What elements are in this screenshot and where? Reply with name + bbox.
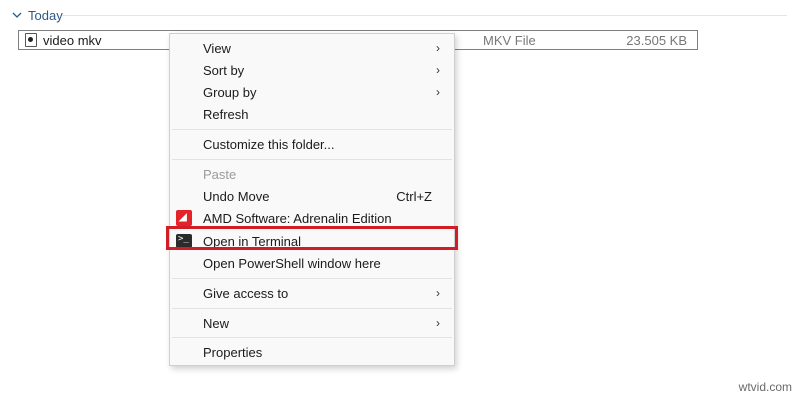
menu-item-label: New xyxy=(203,316,230,331)
chevron-right-icon: › xyxy=(436,85,440,99)
menu-item-label: Sort by xyxy=(203,63,245,78)
menu-item-refresh[interactable]: Refresh xyxy=(170,103,454,125)
menu-item-label: Customize this folder... xyxy=(203,137,335,152)
menu-separator xyxy=(172,308,452,309)
chevron-right-icon: › xyxy=(436,286,440,300)
menu-item-sort-by[interactable]: Sort by › xyxy=(170,59,454,81)
chevron-right-icon: › xyxy=(436,63,440,77)
group-header-label: Today xyxy=(28,7,63,23)
menu-item-label: Paste xyxy=(203,167,237,182)
video-file-icon xyxy=(25,33,37,47)
chevron-down-icon xyxy=(12,12,22,18)
menu-item-label: AMD Software: Adrenalin Edition xyxy=(203,211,392,226)
amd-icon: ◢ xyxy=(176,210,192,226)
group-divider xyxy=(62,15,787,16)
menu-item-give-access[interactable]: Give access to › xyxy=(170,282,454,304)
menu-item-label: Properties xyxy=(203,345,263,360)
file-size: 23.505 KB xyxy=(626,33,687,48)
menu-separator xyxy=(172,159,452,160)
menu-item-label: Give access to xyxy=(203,286,289,301)
menu-item-group-by[interactable]: Group by › xyxy=(170,81,454,103)
menu-item-open-powershell[interactable]: Open PowerShell window here xyxy=(170,252,454,274)
amd-icon-glyph: ◢ xyxy=(179,212,187,223)
menu-separator xyxy=(172,278,452,279)
menu-item-new[interactable]: New › xyxy=(170,312,454,334)
menu-item-undo-move[interactable]: Undo Move Ctrl+Z xyxy=(170,185,454,207)
group-header-today[interactable]: Today xyxy=(10,6,63,24)
menu-item-paste: Paste xyxy=(170,163,454,185)
menu-separator xyxy=(172,129,452,130)
menu-item-label: View xyxy=(203,41,231,56)
menu-item-customize-folder[interactable]: Customize this folder... xyxy=(170,133,454,155)
file-type: MKV File xyxy=(483,33,536,48)
watermark: wtvid.com xyxy=(738,380,792,394)
menu-item-shortcut: Ctrl+Z xyxy=(396,189,432,204)
chevron-right-icon: › xyxy=(436,316,440,330)
context-menu: View › Sort by › Group by › Refresh Cust… xyxy=(169,33,455,366)
chevron-right-icon: › xyxy=(436,41,440,55)
menu-item-label: Open PowerShell window here xyxy=(203,256,381,271)
menu-item-label: Group by xyxy=(203,85,257,100)
file-name: video mkv xyxy=(43,33,102,48)
menu-item-view[interactable]: View › xyxy=(170,37,454,59)
menu-item-properties[interactable]: Properties xyxy=(170,341,454,363)
menu-item-label: Refresh xyxy=(203,107,249,122)
menu-separator xyxy=(172,337,452,338)
menu-item-label: Undo Move xyxy=(203,189,270,204)
highlight-box xyxy=(166,226,458,250)
